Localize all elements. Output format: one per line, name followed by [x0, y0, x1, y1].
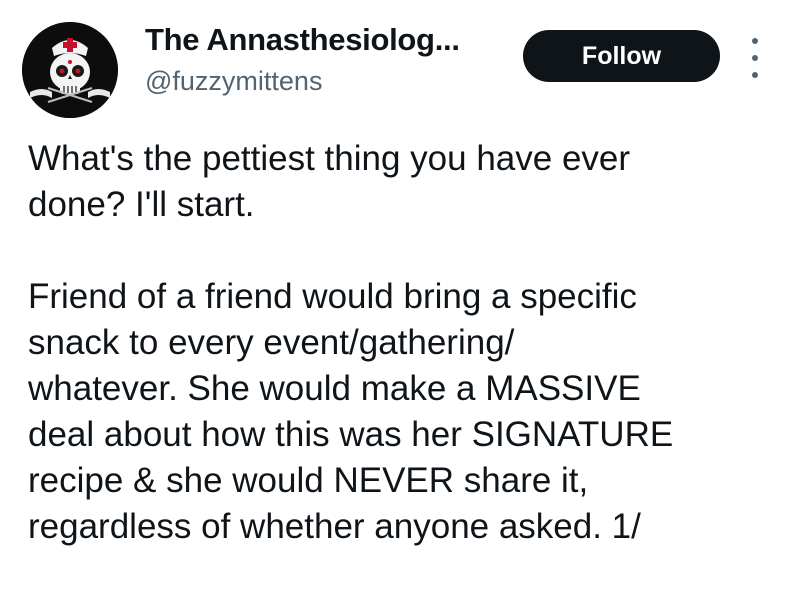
- tweet-line: What's the pettiest thing you have ever: [28, 139, 631, 178]
- sugar-skull-avatar-icon: [22, 22, 118, 118]
- tweet-line: deal about how this was her SIGNATURE: [28, 415, 674, 454]
- more-vertical-icon[interactable]: [743, 38, 767, 78]
- display-name[interactable]: The Annasthesiolog...: [145, 22, 460, 58]
- tweet-text: What's the pettiest thing you have ever …: [28, 136, 788, 550]
- more-dot: [752, 38, 758, 44]
- tweet-line: snack to every event/gathering/: [28, 323, 515, 362]
- tweet-line: recipe & she would NEVER share it,: [28, 461, 589, 500]
- more-dot: [752, 55, 758, 61]
- tweet-line: Friend of a friend would bring a specifi…: [28, 277, 637, 316]
- tweet-line: regardless of whether anyone asked. 1/: [28, 507, 641, 546]
- tweet-card: The Annasthesiolog... @fuzzymittens Foll…: [0, 0, 800, 606]
- tweet-line: done? I'll start.: [28, 185, 255, 224]
- more-dot: [752, 72, 758, 78]
- paragraph-break: [28, 228, 788, 274]
- user-handle[interactable]: @fuzzymittens: [145, 66, 322, 97]
- avatar[interactable]: [22, 22, 118, 118]
- follow-button[interactable]: Follow: [523, 30, 720, 82]
- tweet-line: whatever. She would make a MASSIVE: [28, 369, 641, 408]
